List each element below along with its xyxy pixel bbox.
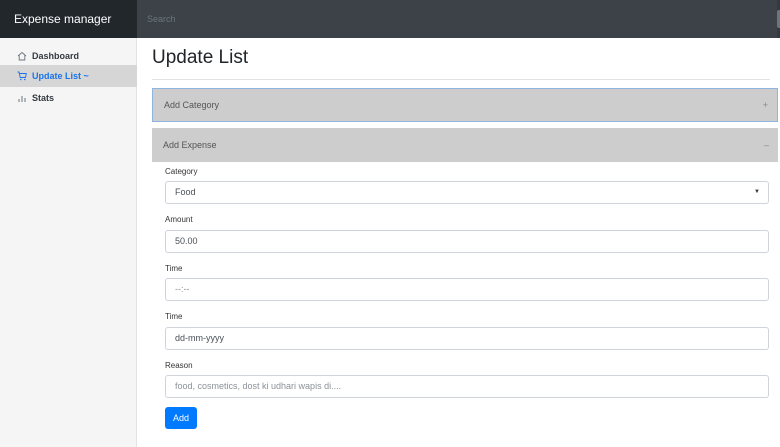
brand-title[interactable]: Expense manager xyxy=(0,0,137,38)
reason-field[interactable]: food, cosmetics, dost ki udhari wapis di… xyxy=(165,375,769,398)
add-category-accordion[interactable]: Add Category + xyxy=(152,88,778,122)
top-navbar: Expense manager Search xyxy=(0,0,780,38)
sidebar-item-label: Update List ~ xyxy=(32,71,89,81)
title-divider xyxy=(152,79,770,80)
bar-chart-icon xyxy=(18,96,26,102)
add-button[interactable]: Add xyxy=(165,407,197,429)
time-field[interactable]: --:-- xyxy=(165,278,769,301)
accordion-label: Add Category xyxy=(164,100,220,110)
amount-field[interactable]: 50.00 xyxy=(165,230,769,253)
sidebar-item-label: Stats xyxy=(32,93,55,103)
sidebar-item-update-list[interactable]: Update List ~ xyxy=(0,65,137,87)
date-label: Time xyxy=(165,312,183,321)
expand-icon: + xyxy=(762,100,768,110)
sidebar-item-stats[interactable]: Stats xyxy=(0,87,137,109)
sidebar-item-label: Dashboard xyxy=(32,51,80,61)
date-field[interactable]: dd-mm-yyyy xyxy=(165,327,769,350)
add-expense-accordion[interactable]: Add Expense – xyxy=(152,128,778,162)
accordion-label: Add Expense xyxy=(163,140,217,150)
cart-icon xyxy=(17,71,27,81)
caret-down-icon: ▼ xyxy=(754,189,760,195)
category-select[interactable]: Food ▼ xyxy=(165,181,769,204)
category-label: Category xyxy=(165,167,198,176)
time-label: Time xyxy=(165,264,183,273)
sidebar-item-dashboard[interactable]: Dashboard xyxy=(0,45,137,67)
amount-label: Amount xyxy=(165,215,193,224)
home-icon xyxy=(17,51,27,61)
collapse-icon: – xyxy=(763,140,769,150)
page-title: Update List xyxy=(152,47,249,68)
category-selected-value: Food xyxy=(175,187,196,197)
search-input[interactable]: Search xyxy=(137,0,777,38)
sidebar: Dashboard Update List ~ Stats xyxy=(0,38,137,447)
reason-label: Reason xyxy=(165,361,193,370)
